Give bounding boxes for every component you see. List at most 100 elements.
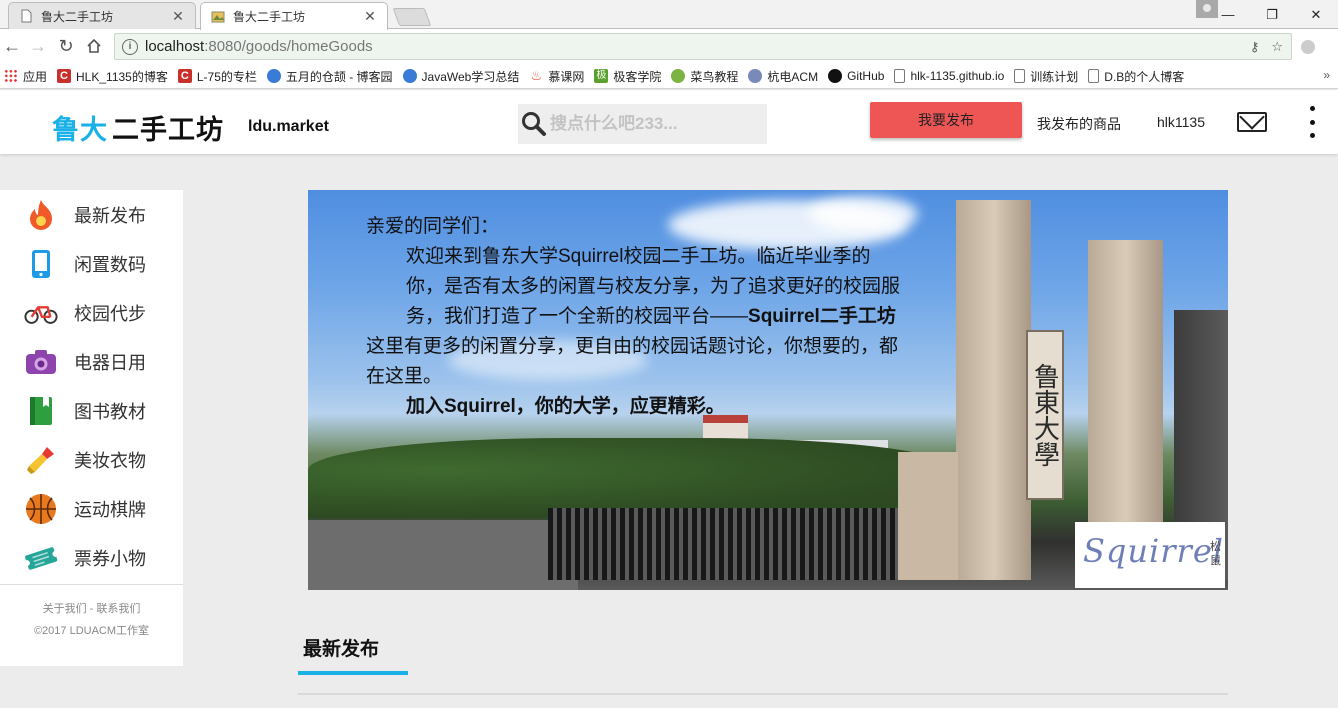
search-box bbox=[518, 104, 767, 144]
close-tab-icon[interactable]: ✕ bbox=[363, 8, 377, 25]
sidebar-item-label: 最新发布 bbox=[74, 205, 146, 226]
category-sidebar: 最新发布 闲置数码 校园代步 电器日用 图书教材 美妆衣物 运动棋牌 票券小物 … bbox=[0, 190, 183, 666]
banner-paragraph: 欢迎来到鲁东大学Squirrel校园二手工坊。临近毕业季的你，是否有太多的闲置与… bbox=[406, 246, 901, 327]
csdn-icon: C bbox=[57, 69, 72, 83]
page-icon bbox=[19, 9, 33, 23]
banner-trees bbox=[308, 438, 958, 518]
more-menu-icon[interactable] bbox=[1308, 106, 1316, 138]
jikexueyuan-icon: 极 bbox=[594, 69, 609, 83]
sidebar-item-label: 闲置数码 bbox=[74, 254, 146, 275]
sidebar-item-label: 图书教材 bbox=[74, 401, 146, 422]
site-header: 鲁大二手工坊 ldu.market 我要发布 我发布的商品 hlk1135 bbox=[0, 90, 1338, 154]
page-icon bbox=[1088, 69, 1100, 83]
tab-title: 鲁大二手工坊 bbox=[41, 9, 114, 24]
sidebar-footer: 关于我们 - 联系我们 ©2017 LDUACM工作室 bbox=[0, 585, 183, 642]
tab-title: 鲁大二手工坊 bbox=[233, 10, 306, 24]
bookmark-item[interactable]: JavaWeb学习总结 bbox=[402, 68, 519, 85]
fire-icon bbox=[24, 198, 58, 232]
banner-paragraph: 这里有更多的闲置分享，更自由的校园话题讨论，你想要的，都在这里。 bbox=[366, 336, 899, 387]
about-contact-links[interactable]: 关于我们 - 联系我们 bbox=[0, 598, 183, 620]
close-tab-icon[interactable]: ✕ bbox=[171, 8, 185, 25]
imooc-icon: ♨ bbox=[530, 68, 543, 83]
bookmark-item[interactable]: 五月的仓颉 - 博客园 bbox=[266, 68, 393, 85]
banner-gate-pillar bbox=[956, 200, 1031, 580]
username-link[interactable]: hlk1135 bbox=[1157, 114, 1205, 130]
lipstick-icon bbox=[24, 443, 58, 477]
reload-icon[interactable]: ↻ bbox=[56, 36, 76, 56]
mail-icon[interactable] bbox=[1237, 112, 1267, 132]
section-divider bbox=[298, 693, 1228, 695]
extension-icon[interactable] bbox=[1301, 40, 1315, 54]
address-toolbar: ← → ↻ i localhost:8080/goods/homeGoods ⚷… bbox=[0, 29, 1338, 64]
squirrel-cn-mark: 松鼠 bbox=[1210, 541, 1221, 567]
banner-road bbox=[308, 520, 578, 590]
bookmark-item[interactable]: 极 极客学院 bbox=[594, 68, 661, 85]
minimize-icon[interactable]: — bbox=[1206, 0, 1250, 29]
cnblogs-icon bbox=[402, 69, 417, 83]
url-host: localhost bbox=[145, 38, 205, 55]
bookmark-star-icon[interactable]: ☆ bbox=[1271, 39, 1283, 55]
hdu-icon bbox=[748, 69, 763, 83]
bookmark-item[interactable]: 菜鸟教程 bbox=[671, 68, 738, 85]
publish-button[interactable]: 我要发布 bbox=[870, 102, 1022, 138]
my-goods-link[interactable]: 我发布的商品 bbox=[1037, 114, 1121, 134]
back-icon[interactable]: ← bbox=[2, 36, 22, 56]
search-icon[interactable] bbox=[520, 110, 548, 138]
sidebar-item-label: 校园代步 bbox=[74, 303, 146, 324]
book-icon bbox=[24, 394, 58, 428]
bookmark-item[interactable]: D.B的个人博客 bbox=[1088, 68, 1184, 85]
banner-gate-base bbox=[898, 452, 958, 580]
sidebar-item-digital[interactable]: 闲置数码 bbox=[0, 239, 183, 288]
squirrel-wordmark: Squirrel bbox=[1083, 532, 1225, 570]
welcome-banner: 鲁東大學 亲爱的同学们： 欢迎来到鲁东大学Squirrel校园二手工坊。临近毕业… bbox=[308, 190, 1228, 590]
browser-tab-strip: 鲁大二手工坊 ✕ 鲁大二手工坊 ✕ — ❐ ✕ bbox=[0, 0, 1338, 30]
section-title[interactable]: 最新发布 bbox=[303, 634, 379, 661]
new-tab-button[interactable] bbox=[392, 8, 432, 26]
sidebar-item-sports[interactable]: 运动棋牌 bbox=[0, 484, 183, 533]
sidebar-item-tickets[interactable]: 票券小物 bbox=[0, 533, 183, 582]
copyright: ©2017 LDUACM工作室 bbox=[33, 625, 150, 637]
site-logo[interactable]: 鲁大 二手工坊 bbox=[52, 108, 224, 147]
sidebar-item-books[interactable]: 图书教材 bbox=[0, 386, 183, 435]
cnblogs-icon bbox=[266, 69, 281, 83]
sidebar-item-latest[interactable]: 最新发布 bbox=[0, 190, 183, 239]
bookmark-apps[interactable]: 应用 bbox=[4, 68, 47, 85]
bookmark-item[interactable]: C L-75的专栏 bbox=[177, 68, 257, 85]
banner-slogan: 加入Squirrel，你的大学，应更精彩。 bbox=[406, 396, 725, 417]
squirrel-logo-stamp: Squirrel 松鼠 bbox=[1075, 522, 1225, 588]
url-path: :8080/goods/homeGoods bbox=[204, 38, 373, 55]
sidebar-item-transport[interactable]: 校园代步 bbox=[0, 288, 183, 337]
bookmark-item[interactable]: 杭电ACM bbox=[748, 68, 818, 85]
ticket-icon bbox=[24, 541, 58, 575]
bookmark-item[interactable]: ♨ 慕课网 bbox=[529, 68, 585, 85]
site-favicon-icon bbox=[211, 10, 225, 24]
sidebar-item-appliances[interactable]: 电器日用 bbox=[0, 337, 183, 386]
sidebar-item-label: 美妆衣物 bbox=[74, 450, 146, 471]
sidebar-item-label: 票券小物 bbox=[74, 548, 146, 569]
browser-tab[interactable]: 鲁大二手工坊 ✕ bbox=[8, 2, 196, 29]
bookmark-item[interactable]: 训练计划 bbox=[1014, 68, 1078, 85]
apps-grid-icon bbox=[4, 69, 18, 83]
bookmark-item[interactable]: hlk-1135.github.io bbox=[894, 69, 1004, 83]
search-input[interactable] bbox=[550, 114, 760, 134]
banner-university-plaque: 鲁東大學 bbox=[1026, 330, 1064, 500]
sidebar-item-label: 运动棋牌 bbox=[74, 499, 146, 520]
forward-icon[interactable]: → bbox=[28, 36, 48, 56]
home-icon[interactable] bbox=[84, 36, 104, 56]
info-icon[interactable]: i bbox=[122, 38, 138, 55]
restore-icon[interactable]: ❐ bbox=[1250, 0, 1294, 29]
phone-icon bbox=[24, 247, 58, 281]
runoob-icon bbox=[671, 69, 686, 83]
sidebar-item-cosmetics[interactable]: 美妆衣物 bbox=[0, 435, 183, 484]
key-icon[interactable]: ⚷ bbox=[1250, 39, 1260, 55]
bookmark-item[interactable]: C HLK_1135的博客 bbox=[57, 68, 168, 85]
browser-tab-active[interactable]: 鲁大二手工坊 ✕ bbox=[200, 2, 388, 30]
bookmark-item[interactable]: GitHub bbox=[828, 69, 884, 83]
github-icon bbox=[828, 69, 843, 83]
camera-icon bbox=[24, 345, 58, 379]
page-icon bbox=[894, 69, 906, 83]
csdn-icon: C bbox=[177, 69, 192, 83]
url-bar[interactable]: i localhost:8080/goods/homeGoods ⚷ ☆ bbox=[114, 33, 1292, 60]
close-window-icon[interactable]: ✕ bbox=[1294, 0, 1338, 29]
bookmarks-overflow-icon[interactable]: » bbox=[1323, 68, 1330, 82]
